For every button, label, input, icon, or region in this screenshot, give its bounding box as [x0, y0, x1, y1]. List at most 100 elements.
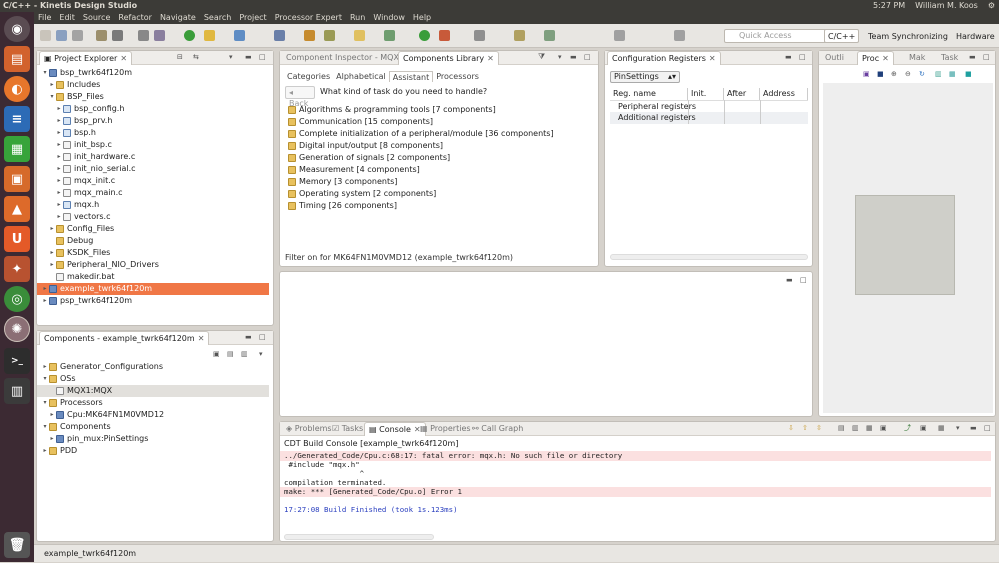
chevron-down-icon[interactable]: ▾	[41, 373, 49, 385]
chevron-right-icon[interactable]: ▸	[48, 223, 56, 235]
close-icon[interactable]: ✕	[487, 54, 494, 63]
ubuntu-one-icon[interactable]: U	[4, 226, 30, 252]
chevron-right-icon[interactable]: ▸	[55, 199, 63, 211]
dash-icon[interactable]: ◉	[4, 16, 30, 42]
filter-icon[interactable]: ⧩	[538, 53, 545, 61]
chevron-down-icon[interactable]: ▾	[41, 421, 49, 433]
horizontal-scrollbar[interactable]	[610, 254, 808, 260]
category-item[interactable]: Digital input/output [8 components]	[288, 140, 443, 152]
debug-run-icon[interactable]	[419, 30, 430, 41]
save-icon[interactable]	[56, 30, 67, 41]
chevron-down-icon[interactable]: ▾	[41, 397, 49, 409]
pinsettings-dropdown[interactable]: PinSettings ▴▾	[610, 71, 680, 83]
view-b-icon[interactable]: ▦	[949, 71, 956, 78]
table-row[interactable]: Additional registers	[610, 112, 808, 124]
print-icon[interactable]	[72, 30, 83, 41]
tree-item[interactable]: ▸ bsp_prv.h	[37, 115, 269, 127]
scroll-down-icon[interactable]: ⇩	[788, 425, 795, 432]
minimize-icon[interactable]: ▬	[570, 54, 577, 61]
software-center-icon[interactable]: ▲	[4, 196, 30, 222]
tree-item[interactable]: ▸ bsp_config.h	[37, 103, 269, 115]
tree-item[interactable]: ▸ init_hardware.c	[37, 151, 269, 163]
perspective-hardware[interactable]: Hardware	[952, 29, 999, 43]
chevron-right-icon[interactable]: ▸	[48, 409, 56, 421]
menu-item-file[interactable]: File	[38, 12, 51, 24]
chip2-icon[interactable]: ■	[877, 71, 884, 78]
tab-component-inspector[interactable]: Component Inspector - MQX1	[282, 51, 408, 65]
category-item[interactable]: Operating system [2 components]	[288, 188, 436, 200]
tree-item[interactable]: ▸ Includes	[37, 79, 269, 91]
category-item[interactable]: Memory [3 components]	[288, 176, 397, 188]
col-init-value[interactable]: Init. value	[688, 88, 724, 100]
zoom-out-icon[interactable]: ⊖	[905, 71, 912, 78]
collapse-all-icon[interactable]: ⊟	[177, 54, 184, 61]
tree-item[interactable]: ▸ init_bsp.c	[37, 139, 269, 151]
debug-icon[interactable]	[234, 30, 245, 41]
chevron-right-icon[interactable]: ▸	[55, 127, 63, 139]
chevron-right-icon[interactable]: ▸	[41, 445, 49, 457]
lightbulb-icon[interactable]	[204, 30, 215, 41]
trash-icon[interactable]: 🗑	[4, 532, 30, 558]
component-tool3-icon[interactable]: ▥	[241, 351, 248, 358]
stop-icon[interactable]	[439, 30, 450, 41]
tree-item[interactable]: ▸ bsp.h	[37, 127, 269, 139]
calc-icon[interactable]: ▦	[4, 136, 30, 162]
tab-task[interactable]: Task	[937, 51, 962, 65]
menu-item-source[interactable]: Source	[83, 12, 110, 24]
menu-item-navigate[interactable]: Navigate	[160, 12, 196, 24]
minimize-icon[interactable]: ▬	[245, 334, 252, 341]
col-reg-name[interactable]: Reg. name	[610, 88, 688, 100]
category-item[interactable]: Communication [15 components]	[288, 116, 433, 128]
pe-icon[interactable]	[304, 30, 315, 41]
minimize-icon[interactable]: ▬	[970, 425, 977, 432]
tree-item[interactable]: ▸ mqx_init.c	[37, 175, 269, 187]
settings-icon[interactable]: ✦	[4, 256, 30, 282]
wrench-icon[interactable]	[138, 30, 149, 41]
category-item[interactable]: Generation of signals [2 components]	[288, 152, 450, 164]
minimize-icon[interactable]: ▬	[785, 54, 792, 61]
build-icon[interactable]	[96, 30, 107, 41]
tab-tasks[interactable]: ☑ Tasks	[328, 422, 367, 436]
maximize-icon[interactable]: □	[799, 54, 806, 61]
refresh-icon[interactable]: ↻	[919, 71, 926, 78]
tab-project-explorer[interactable]: ▣ Project Explorer ✕	[39, 51, 133, 65]
subtab-categories[interactable]: Categories	[284, 71, 333, 82]
menu-item-window[interactable]: Window	[373, 12, 405, 24]
tree-item[interactable]: ▸ psp_twrk64f120m	[37, 295, 269, 307]
perspective-cpp[interactable]: C/C++	[824, 29, 860, 43]
view-c-icon[interactable]: ■	[965, 71, 972, 78]
tab-config-registers[interactable]: Configuration Registers ✕	[607, 51, 721, 65]
chevron-down-icon[interactable]: ▾	[48, 91, 56, 103]
chevron-right-icon[interactable]: ▸	[55, 139, 63, 151]
maximize-icon[interactable]: □	[584, 54, 591, 61]
folder-tool-icon[interactable]	[354, 30, 365, 41]
view-menu-icon[interactable]: ▾	[229, 54, 236, 61]
tab-outline[interactable]: Outli	[821, 51, 848, 65]
tab-properties[interactable]: ▦ Properties	[416, 422, 475, 436]
category-item[interactable]: Measurement [4 components]	[288, 164, 420, 176]
terminal-icon[interactable]: >_	[4, 348, 30, 374]
table-row[interactable]: Peripheral registers	[610, 100, 808, 112]
tree-item[interactable]: ▸ Config_Files	[37, 223, 269, 235]
subtab-assistant[interactable]: Assistant	[388, 71, 434, 82]
chevron-right-icon[interactable]: ▸	[55, 103, 63, 115]
chevron-right-icon[interactable]: ▸	[55, 175, 63, 187]
tree-item[interactable]: ▸ vectors.c	[37, 211, 269, 223]
pin-icon[interactable]: ▣	[880, 425, 887, 432]
col-address[interactable]: Address	[760, 88, 808, 100]
tree-item[interactable]: ▸ mqx.h	[37, 199, 269, 211]
ext-tool-icon[interactable]	[384, 30, 395, 41]
tree-item[interactable]: ▸ mqx_main.c	[37, 187, 269, 199]
settings-tool-icon[interactable]	[154, 30, 165, 41]
tree-item[interactable]: Debug	[37, 235, 269, 247]
chrome-icon[interactable]: ◎	[4, 286, 30, 312]
pe2-icon[interactable]	[324, 30, 335, 41]
back-nav-icon[interactable]	[614, 30, 625, 41]
search-tool-icon[interactable]	[274, 30, 285, 41]
clear-console-icon[interactable]: ▤	[838, 425, 845, 432]
minimize-icon[interactable]: ▬	[969, 54, 976, 61]
chevron-right-icon[interactable]: ▸	[48, 433, 56, 445]
subtab-alphabetical[interactable]: Alphabetical	[333, 71, 389, 82]
tree-item[interactable]: ▾ BSP_Files	[37, 91, 269, 103]
processor-package[interactable]	[855, 195, 955, 295]
